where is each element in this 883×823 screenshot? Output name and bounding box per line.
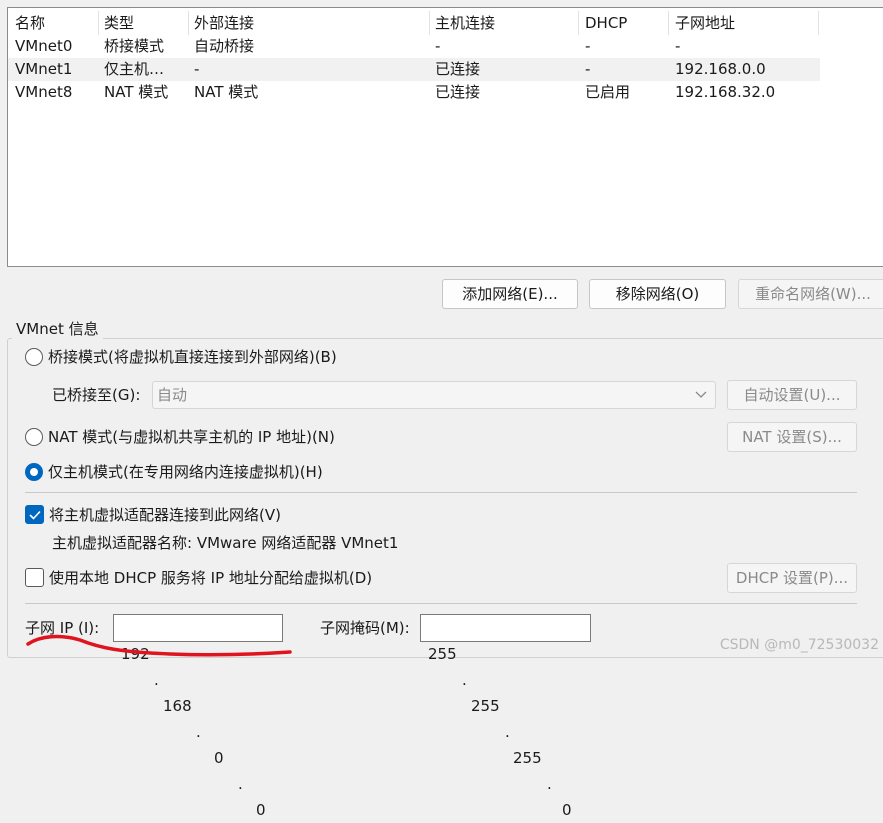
- cell-name: VMnet0: [15, 37, 73, 55]
- cell-external: NAT 模式: [194, 83, 259, 101]
- ip-dot: .: [505, 723, 510, 741]
- ip-dot: .: [196, 723, 201, 741]
- column-header-external[interactable]: 外部连接: [194, 11, 254, 35]
- column-separator: [188, 11, 189, 35]
- column-header-host[interactable]: 主机连接: [435, 11, 495, 35]
- subnet-mask-field[interactable]: 255 . 255 . 255 . 0: [420, 614, 591, 819]
- bridged-mode-radio[interactable]: [25, 348, 43, 366]
- cell-dhcp: 已启用: [585, 83, 631, 101]
- cell-subnet: -: [675, 37, 681, 55]
- cell-dhcp: -: [585, 60, 591, 78]
- table-row[interactable]: VMnet0 桥接模式 自动桥接 - - -: [8, 35, 820, 58]
- cell-dhcp: -: [585, 37, 591, 55]
- column-separator: [429, 11, 430, 35]
- checkmark-icon: [29, 510, 41, 520]
- divider: [25, 492, 857, 493]
- group-title: VMnet 信息: [12, 318, 103, 340]
- add-network-button[interactable]: 添加网络(E)...: [442, 279, 578, 309]
- dhcp-settings-button[interactable]: DHCP 设置(P)...: [727, 563, 857, 593]
- nat-settings-button[interactable]: NAT 设置(S)...: [727, 422, 857, 452]
- bridged-to-value: 自动: [157, 386, 188, 404]
- chevron-down-icon: [695, 391, 707, 398]
- use-dhcp-label[interactable]: 使用本地 DHCP 服务将 IP 地址分配给虚拟机(D): [49, 567, 372, 589]
- column-header-name[interactable]: 名称: [15, 11, 45, 35]
- ip-dot: .: [154, 671, 159, 689]
- auto-settings-button[interactable]: 自动设置(U)...: [727, 380, 857, 410]
- subnet-mask-octet-1: 255: [428, 645, 457, 663]
- column-header-type[interactable]: 类型: [104, 11, 134, 35]
- cell-type: NAT 模式: [104, 83, 169, 101]
- table-row-selected[interactable]: VMnet1 仅主机… - 已连接 - 192.168.0.0: [8, 58, 820, 81]
- cell-type: 桥接模式: [104, 37, 165, 55]
- column-separator: [98, 11, 99, 35]
- host-only-mode-radio[interactable]: [25, 463, 43, 481]
- connect-adapter-label[interactable]: 将主机虚拟适配器连接到此网络(V): [49, 504, 281, 526]
- cell-external: 自动桥接: [194, 37, 255, 55]
- virtual-network-table[interactable]: 名称 类型 外部连接 主机连接 DHCP 子网地址 VMnet0 桥接模式 自动…: [7, 7, 883, 267]
- ip-dot: .: [238, 775, 243, 793]
- subnet-ip-octet-4: 0: [256, 801, 266, 819]
- ip-dot: .: [462, 671, 467, 689]
- ip-dot: .: [547, 775, 552, 793]
- rename-network-button[interactable]: 重命名网络(W)...: [738, 279, 883, 309]
- bridged-to-select[interactable]: 自动: [152, 381, 716, 409]
- cell-external: -: [194, 60, 200, 78]
- subnet-mask-octet-3: 255: [513, 749, 542, 767]
- remove-network-button[interactable]: 移除网络(O): [589, 279, 726, 309]
- cell-host: -: [435, 37, 441, 55]
- subnet-mask-label: 子网掩码(M):: [320, 619, 410, 637]
- bridged-mode-label[interactable]: 桥接模式(将虚拟机直接连接到外部网络)(B): [48, 346, 337, 368]
- use-dhcp-checkbox[interactable]: [25, 568, 44, 587]
- cell-host: 已连接: [435, 83, 481, 101]
- cell-host: 已连接: [435, 60, 481, 78]
- nat-mode-radio[interactable]: [25, 428, 43, 446]
- cell-type: 仅主机…: [104, 60, 165, 78]
- cell-name: VMnet8: [15, 83, 73, 101]
- nat-mode-label[interactable]: NAT 模式(与虚拟机共享主机的 IP 地址)(N): [48, 426, 335, 448]
- column-header-dhcp[interactable]: DHCP: [585, 11, 627, 35]
- connect-adapter-checkbox[interactable]: [25, 505, 44, 524]
- cell-subnet: 192.168.32.0: [675, 83, 776, 101]
- table-row[interactable]: VMnet8 NAT 模式 NAT 模式 已连接 已启用 192.168.32.…: [8, 81, 820, 104]
- divider: [25, 603, 857, 604]
- cell-subnet: 192.168.0.0: [675, 60, 766, 78]
- column-separator: [668, 11, 669, 35]
- column-separator: [578, 11, 579, 35]
- adapter-name-label: 主机虚拟适配器名称: VMware 网络适配器 VMnet1: [52, 534, 399, 552]
- column-separator: [818, 11, 819, 35]
- cell-name: VMnet1: [15, 60, 73, 78]
- red-underline-annotation: [26, 634, 292, 657]
- watermark: CSDN @m0_72530032: [719, 637, 879, 653]
- column-header-subnet[interactable]: 子网地址: [675, 11, 735, 35]
- host-only-mode-label[interactable]: 仅主机模式(在专用网络内连接虚拟机)(H): [48, 461, 323, 483]
- subnet-ip-octet-3: 0: [214, 749, 224, 767]
- subnet-mask-octet-4: 0: [562, 801, 572, 819]
- bridged-to-label: 已桥接至(G):: [52, 386, 141, 404]
- subnet-ip-octet-2: 168: [163, 697, 192, 715]
- subnet-mask-octet-2: 255: [471, 697, 500, 715]
